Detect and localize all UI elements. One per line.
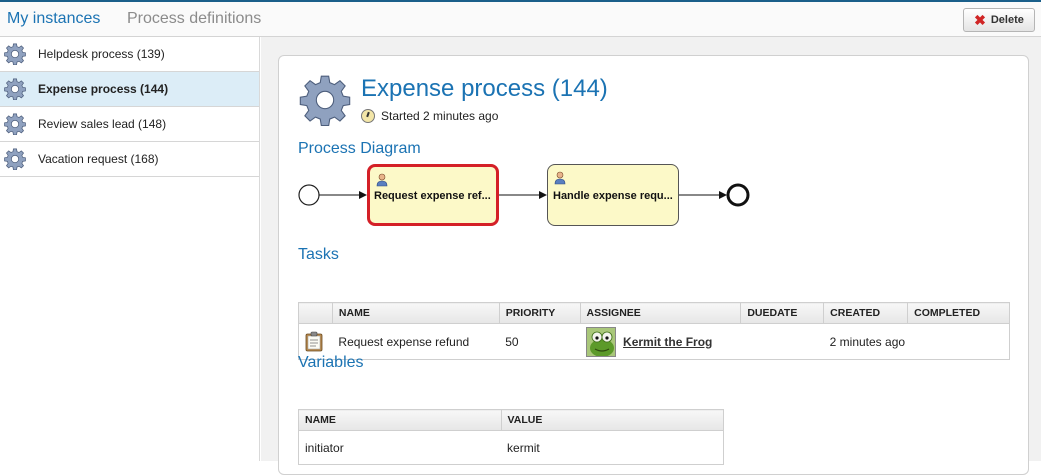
gear-icon	[4, 148, 26, 170]
column-header[interactable]: NAME	[298, 409, 502, 431]
variables-heading: Variables	[298, 354, 364, 371]
avatar	[586, 326, 617, 357]
delete-button[interactable]: ✖ Delete	[963, 8, 1035, 32]
tab-process-definitions[interactable]: Process definitions	[127, 10, 261, 28]
page-title: Expense process (144)	[361, 75, 608, 102]
clock-icon	[361, 109, 375, 123]
sidebar-item-vacation-request[interactable]: Vacation request (168)	[0, 142, 259, 177]
started-text: Started 2 minutes ago	[381, 109, 499, 123]
variables-table: NAME VALUE initiator kermit	[298, 409, 725, 465]
column-header-icon	[298, 302, 333, 324]
task-label: Request expense ref...	[374, 190, 491, 202]
sidebar-item-expense[interactable]: Expense process (144)	[0, 72, 259, 107]
gear-icon	[4, 78, 26, 100]
sidebar-item-helpdesk[interactable]: Helpdesk process (139)	[0, 37, 259, 72]
clipboard-icon	[305, 331, 323, 352]
gear-icon	[4, 113, 26, 135]
user-icon	[376, 173, 388, 187]
variable-value-cell: kermit	[501, 430, 725, 465]
user-icon	[554, 171, 566, 185]
task-assignee-cell: Kermit the Frog	[580, 323, 741, 360]
delete-label: Delete	[990, 14, 1024, 26]
tasks-table: NAME PRIORITY ASSIGNEE DUEDATE CREATED C…	[298, 302, 1010, 360]
diagram-task-handle-expense[interactable]: Handle expense requ...	[547, 164, 679, 226]
column-header[interactable]: DUEDATE	[740, 302, 825, 324]
variable-name-cell: initiator	[298, 430, 502, 465]
gear-icon	[299, 75, 351, 126]
column-header[interactable]: VALUE	[500, 409, 725, 431]
table-row[interactable]: Request expense refund 50 Kermit the Fro…	[298, 323, 1010, 360]
sidebar-item-label: Helpdesk process (139)	[38, 47, 165, 61]
process-diagram: Request expense ref... Handle expense re…	[298, 164, 778, 234]
created-text: 2 minutes ago	[829, 334, 906, 349]
gear-icon	[4, 43, 26, 65]
task-priority-cell: 50	[499, 323, 581, 360]
task-created-cell: 2 minutes ago	[823, 323, 908, 360]
start-event	[298, 184, 320, 206]
started-info: Started 2 minutes ago	[361, 109, 498, 123]
task-completed-cell	[907, 323, 1010, 360]
diagram-task-request-expense[interactable]: Request expense ref...	[367, 164, 499, 226]
sidebar-item-label: Vacation request (168)	[38, 152, 159, 166]
table-row[interactable]: initiator kermit	[298, 430, 725, 465]
tasks-heading: Tasks	[298, 246, 339, 263]
column-header[interactable]: COMPLETED	[907, 302, 1010, 324]
top-navigation: My instances Process definitions ✖ Delet…	[0, 0, 1041, 37]
process-instance-list: Helpdesk process (139) Expense process (…	[0, 37, 260, 461]
tab-my-instances[interactable]: My instances	[7, 10, 100, 28]
task-label: Handle expense requ...	[553, 190, 673, 202]
assignee-link[interactable]: Kermit the Frog	[623, 335, 712, 349]
main-panel: Expense process (144) Started 2 minutes …	[261, 37, 1041, 475]
column-header[interactable]: CREATED	[823, 302, 909, 324]
task-duedate-cell	[740, 323, 824, 360]
sidebar-item-review-sales-lead[interactable]: Review sales lead (148)	[0, 107, 259, 142]
sidebar-item-label: Expense process (144)	[38, 82, 169, 96]
process-detail-card: Expense process (144) Started 2 minutes …	[278, 55, 1029, 475]
sidebar-item-label: Review sales lead (148)	[38, 117, 167, 131]
process-diagram-heading: Process Diagram	[298, 140, 421, 157]
column-header[interactable]: ASSIGNEE	[579, 302, 742, 324]
column-header[interactable]: NAME	[331, 302, 500, 324]
end-event	[726, 183, 750, 207]
red-x-icon: ✖	[974, 12, 986, 28]
column-header[interactable]: PRIORITY	[498, 302, 581, 324]
